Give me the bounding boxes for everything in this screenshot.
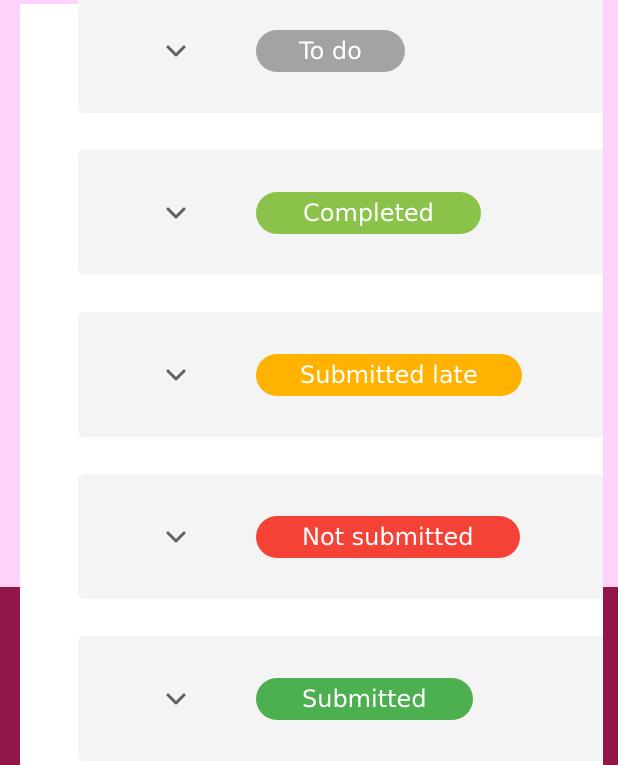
status-row-completed[interactable]: Completed bbox=[78, 150, 603, 275]
chevron-down-icon[interactable] bbox=[166, 369, 186, 381]
status-badge: Submitted bbox=[256, 677, 473, 720]
chevron-down-icon[interactable] bbox=[166, 45, 186, 57]
status-row-submitted-late[interactable]: Submitted late bbox=[78, 312, 603, 437]
chevron-down-icon[interactable] bbox=[166, 531, 186, 543]
chevron-down-icon[interactable] bbox=[166, 693, 186, 705]
status-badge: Completed bbox=[256, 191, 481, 234]
status-badge: Submitted late bbox=[256, 353, 522, 396]
status-row-not-submitted[interactable]: Not submitted bbox=[78, 474, 603, 599]
chevron-down-icon[interactable] bbox=[166, 207, 186, 219]
status-badge: To do bbox=[256, 29, 405, 72]
status-row-to-do[interactable]: To do bbox=[78, 0, 603, 113]
status-badge: Not submitted bbox=[256, 515, 520, 558]
status-row-submitted[interactable]: Submitted bbox=[78, 636, 603, 761]
